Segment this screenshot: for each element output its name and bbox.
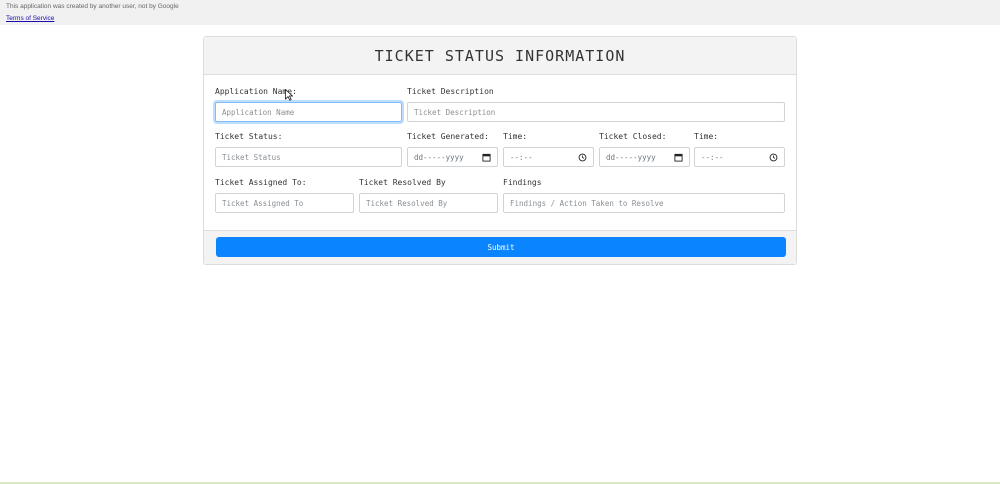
notice-text: This application was created by another … bbox=[6, 3, 179, 10]
ticket-closed-date-placeholder: dd-----yyyy bbox=[606, 152, 656, 162]
ticket-status-form: TICKET STATUS INFORMATION Application Na… bbox=[203, 36, 797, 265]
ticket-closed-date-input[interactable]: dd-----yyyy bbox=[599, 147, 690, 167]
calendar-icon[interactable] bbox=[674, 153, 683, 162]
ticket-generated-date-placeholder: dd-----yyyy bbox=[414, 152, 464, 162]
calendar-icon[interactable] bbox=[482, 153, 491, 162]
findings-input[interactable] bbox=[503, 193, 785, 213]
google-notice-bar: This application was created by another … bbox=[0, 0, 1000, 25]
generated-time-input[interactable]: --:-- bbox=[503, 147, 594, 167]
form-title: TICKET STATUS INFORMATION bbox=[374, 46, 626, 65]
closed-time-input[interactable]: --:-- bbox=[694, 147, 785, 167]
assigned-to-input[interactable] bbox=[215, 193, 354, 213]
resolved-by-label: Ticket Resolved By bbox=[359, 178, 446, 187]
clock-icon[interactable] bbox=[578, 153, 587, 162]
closed-time-placeholder: --:-- bbox=[701, 152, 724, 162]
generated-time-placeholder: --:-- bbox=[510, 152, 533, 162]
form-header: TICKET STATUS INFORMATION bbox=[204, 37, 796, 75]
clock-icon[interactable] bbox=[769, 153, 778, 162]
terms-of-service-link[interactable]: Terms of Service bbox=[6, 15, 54, 22]
resolved-by-input[interactable] bbox=[359, 193, 498, 213]
mouse-pointer-icon bbox=[285, 89, 293, 101]
application-name-input[interactable] bbox=[215, 102, 402, 122]
ticket-closed-label: Ticket Closed: bbox=[599, 132, 667, 141]
ticket-generated-date-input[interactable]: dd-----yyyy bbox=[407, 147, 498, 167]
ticket-generated-label: Ticket Generated: bbox=[407, 132, 489, 141]
ticket-status-input[interactable] bbox=[215, 147, 402, 167]
assigned-to-label: Ticket Assigned To: bbox=[215, 178, 307, 187]
findings-label: Findings bbox=[503, 178, 542, 187]
ticket-description-label: Ticket Description bbox=[407, 87, 494, 96]
ticket-description-input[interactable] bbox=[407, 102, 785, 122]
closed-time-label: Time: bbox=[694, 132, 719, 141]
submit-button[interactable]: Submit bbox=[216, 237, 786, 257]
generated-time-label: Time: bbox=[503, 132, 528, 141]
ticket-status-label: Ticket Status: bbox=[215, 132, 283, 141]
